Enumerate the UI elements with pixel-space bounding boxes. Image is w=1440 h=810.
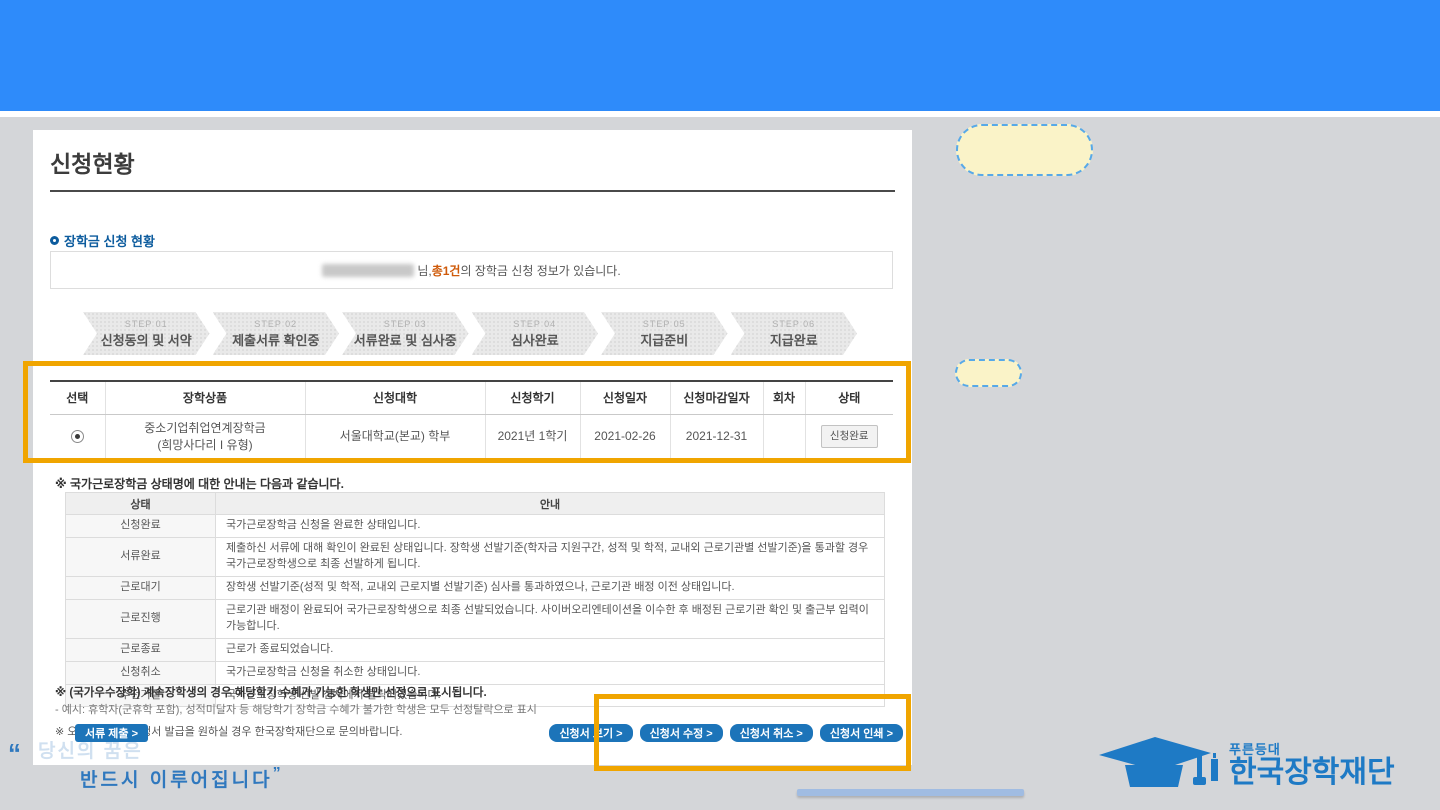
- section-bullet-icon: [50, 236, 59, 245]
- guide-row: 근로대기 장학생 선발기준(성적 및 학적, 교내외 근로지별 선발기준) 심사…: [66, 576, 885, 599]
- status-guide-table: 상태 안내 신청완료 국가근로장학금 신청을 완료한 상태입니다. 서류완료 제…: [65, 492, 885, 707]
- guide-col-info: 안내: [216, 493, 885, 515]
- graduation-cap-icon: [1093, 731, 1221, 795]
- step-2: STEP 02 제출서류 확인중: [213, 312, 340, 355]
- slogan-open-quote: “: [8, 738, 21, 769]
- step-5-number: STEP 05: [643, 319, 686, 329]
- note-1-example: - 예시: 휴학자(군휴학 포함), 성적미달자 등 해당학기 장학금 수혜가 …: [55, 703, 537, 718]
- step-5-label: 지급준비: [640, 330, 688, 349]
- guide-header-row: 상태 안내: [66, 493, 885, 515]
- status-guide-heading: ※ 국가근로장학금 상태명에 대한 안내는 다음과 같습니다.: [55, 475, 344, 492]
- note-1: ※ (국가우수장학) 계속장학생의 경우 해당학기 수혜가 가능한 학생만 선정…: [55, 686, 537, 702]
- summary-suffix: 님,: [417, 262, 431, 279]
- page-title: 신청현황: [50, 145, 135, 179]
- guide-row: 근로진행 근로기관 배정이 완료되어 국가근로장학생으로 최종 선발되었습니다.…: [66, 599, 885, 638]
- logo-text: 푸른등대 한국장학재단: [1229, 739, 1395, 788]
- highlight-box-application-table: [23, 361, 911, 463]
- slogan-close-quote: ”: [273, 765, 284, 782]
- step-6: STEP 06 지급완료: [731, 312, 858, 355]
- guide-status-desc: 근로가 종료되었습니다.: [216, 638, 885, 661]
- summary-tail: 의 장학금 신청 정보가 있습니다.: [460, 262, 620, 279]
- guide-status-desc: 장학생 선발기준(성적 및 학적, 교내외 근로지별 선발기준) 심사를 통과하…: [216, 576, 885, 599]
- step-1-label: 신청동의 및 서약: [101, 330, 192, 349]
- step-4-label: 심사완료: [511, 330, 559, 349]
- step-3-number: STEP 03: [384, 319, 427, 329]
- step-2-label: 제출서류 확인중: [232, 330, 319, 349]
- guide-row: 서류완료 제출하신 서류에 대해 확인이 완료된 상태입니다. 장학생 선발기준…: [66, 537, 885, 576]
- step-1-number: STEP 01: [125, 319, 168, 329]
- guide-status-name: 근로종료: [66, 638, 216, 661]
- guide-row: 근로종료 근로가 종료되었습니다.: [66, 638, 885, 661]
- section-header: 장학금 신청 현황: [50, 231, 155, 250]
- title-divider: [50, 190, 895, 192]
- step-5: STEP 05 지급준비: [601, 312, 728, 355]
- guide-status-desc: 국가근로장학금 신청을 취소한 상태입니다.: [216, 661, 885, 684]
- summary-count: 총1건: [432, 262, 461, 279]
- progress-steps: STEP 01 신청동의 및 서약 STEP 02 제출서류 확인중 STEP …: [83, 312, 860, 355]
- bottom-scroll-indicator[interactable]: [797, 789, 1024, 796]
- step-3-label: 서류완료 및 심사중: [354, 330, 457, 349]
- brand-name: 한국장학재단: [1229, 758, 1395, 788]
- step-2-number: STEP 02: [254, 319, 297, 329]
- guide-status-name: 신청완료: [66, 515, 216, 538]
- guide-status-desc: 근로기관 배정이 완료되어 국가근로장학생으로 최종 선발되었습니다. 사이버오…: [216, 599, 885, 638]
- step-4-number: STEP 04: [513, 319, 556, 329]
- banner-divider: [0, 111, 1440, 117]
- callout-pill-small: [955, 359, 1022, 387]
- guide-row: 신청완료 국가근로장학금 신청을 완료한 상태입니다.: [66, 515, 885, 538]
- guide-status-desc: 국가근로장학금 신청을 완료한 상태입니다.: [216, 515, 885, 538]
- guide-status-name: 근로대기: [66, 576, 216, 599]
- section-title: 장학금 신청 현황: [64, 231, 155, 250]
- step-6-label: 지급완료: [770, 330, 818, 349]
- kosaf-logo: 푸른등대 한국장학재단: [1093, 731, 1395, 795]
- top-banner: [0, 0, 1440, 111]
- slogan-line2: 반드시 이루어집니다”: [80, 765, 284, 792]
- screen: “ 당신의 꿈은 반드시 이루어집니다” 신청현황 장학금 신청 현황 님, 총…: [0, 0, 1440, 810]
- guide-status-name: 서류완료: [66, 537, 216, 576]
- guide-status-name: 신청취소: [66, 661, 216, 684]
- masked-user-name: [322, 264, 414, 277]
- step-4: STEP 04 심사완료: [472, 312, 599, 355]
- step-3: STEP 03 서류완료 및 심사중: [342, 312, 469, 355]
- guide-row: 신청취소 국가근로장학금 신청을 취소한 상태입니다.: [66, 661, 885, 684]
- guide-col-status: 상태: [66, 493, 216, 515]
- step-1: STEP 01 신청동의 및 서약: [83, 312, 210, 355]
- guide-status-desc: 제출하신 서류에 대해 확인이 완료된 상태입니다. 장학생 선발기준(학자금 …: [216, 537, 885, 576]
- highlight-box-action-buttons: [594, 694, 911, 771]
- guide-status-name: 근로진행: [66, 599, 216, 638]
- footer-slogan: “ 당신의 꿈은 반드시 이루어집니다”: [8, 736, 284, 792]
- slogan-line1: 당신의 꿈은: [38, 736, 284, 763]
- step-6-number: STEP 06: [772, 319, 815, 329]
- callout-pill-large: [956, 124, 1093, 176]
- brand-slogan: 푸른등대: [1229, 739, 1395, 758]
- summary-box: 님, 총1건 의 장학금 신청 정보가 있습니다.: [50, 251, 893, 289]
